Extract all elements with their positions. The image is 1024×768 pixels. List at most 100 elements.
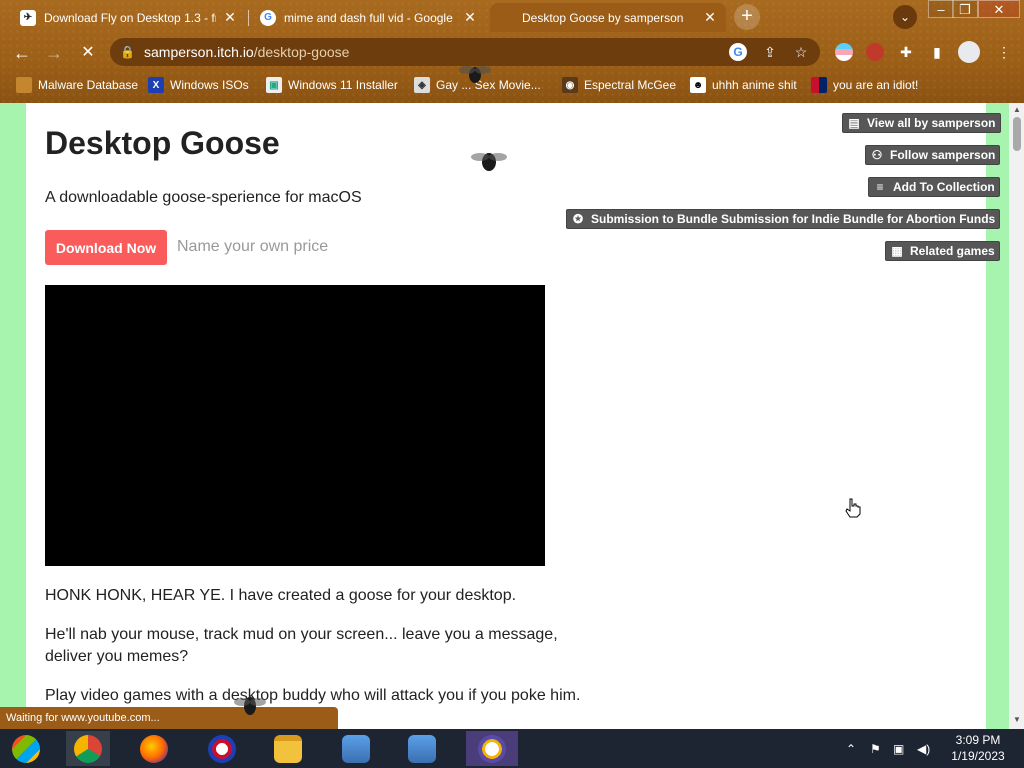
tab-desktop-goose[interactable]: Desktop Goose by samperson ✕ [490, 3, 726, 32]
bookmark-windows-isos[interactable]: X Windows ISOs [148, 76, 249, 94]
taskbar-goose[interactable] [466, 731, 518, 766]
firefox-icon [140, 734, 168, 763]
scroll-down-icon[interactable]: ▼ [1012, 715, 1022, 725]
flag-icon [811, 77, 827, 93]
page-title: Desktop Goose [45, 125, 280, 161]
chrome-icon [74, 734, 102, 763]
fly-icon [234, 697, 266, 715]
google-favicon-icon: G [260, 9, 276, 26]
bookmark-you-are-an-idiot[interactable]: you are an idiot! [811, 76, 918, 94]
tab-strip: ✈ Download Fly on Desktop 1.3 - free ✕ G… [0, 0, 1024, 34]
google-lens-icon[interactable]: G [729, 43, 747, 61]
bookmark-malware-database[interactable]: Malware Database [16, 76, 138, 94]
fly-favicon-icon: ✈ [20, 9, 36, 26]
profile-avatar-icon[interactable] [958, 41, 980, 63]
network-icon[interactable]: ▣ [893, 729, 904, 768]
add-collection-icon: ≡ [876, 180, 884, 194]
close-tab-icon[interactable]: ✕ [222, 9, 238, 26]
side-panel-icon[interactable]: ▮ [928, 43, 946, 61]
windows-logo-icon [12, 734, 40, 763]
new-tab-button[interactable]: + [734, 4, 760, 30]
view-all-button[interactable]: ▤ View all by samperson [842, 113, 1001, 133]
page-scrollbar[interactable]: ▲ ▼ [1009, 103, 1024, 729]
menu-kebab-icon[interactable]: ⋮ [995, 43, 1013, 61]
game-tagline: A downloadable goose-sperience for macOS [45, 189, 362, 206]
windows-taskbar: ⌃ ⚑ ▣ ◀) 3:09 PM 1/19/2023 [0, 729, 1024, 768]
download-now-button[interactable]: Download Now [45, 230, 167, 265]
clock-time: 3:09 PM [955, 733, 1001, 747]
close-tab-icon[interactable]: ✕ [702, 9, 718, 26]
url-text: samperson.itch.io/desktop-goose [144, 44, 350, 60]
minimize-button[interactable]: – [928, 0, 954, 18]
follow-icon: ⚇ [871, 148, 883, 162]
chevron-down-icon[interactable]: ⌄ [893, 5, 917, 29]
taskbar-installer[interactable] [334, 731, 378, 766]
embedded-video[interactable] [45, 285, 545, 566]
back-arrow-icon[interactable]: ← [10, 41, 34, 65]
bookmark-favicon-icon [16, 77, 32, 93]
follow-button[interactable]: ⚇ Follow samperson [865, 145, 1001, 165]
hand-cursor-icon [845, 498, 861, 518]
flag-icon[interactable]: ⚑ [870, 729, 881, 768]
ribbon-icon: ✪ [572, 212, 584, 226]
description-paragraph: Play video games with a desktop buddy wh… [45, 687, 581, 704]
tab-title: Download Fly on Desktop 1.3 - free [44, 10, 216, 25]
description-paragraph: He'll nab your mouse, track mud on your … [45, 626, 558, 665]
bookmarks-bar: Malware Database X Windows ISOs ▣ Window… [0, 72, 1024, 96]
taskbar-app[interactable] [200, 731, 244, 766]
browser-chrome: ✈ Download Fly on Desktop 1.3 - free ✕ G… [0, 0, 1024, 103]
x-logo-icon: X [148, 77, 164, 93]
tab-separator [248, 10, 249, 26]
start-button[interactable] [4, 731, 48, 766]
close-window-button[interactable]: ✕ [978, 0, 1020, 18]
clock-date: 1/19/2023 [951, 749, 1005, 763]
tab-fly-download[interactable]: ✈ Download Fly on Desktop 1.3 - free ✕ [12, 3, 246, 32]
app-logo-icon [208, 734, 236, 763]
extensions-puzzle-icon[interactable]: ✚ [897, 43, 915, 61]
bookmark-espectral-mcgee[interactable]: ◉ Espectral McGee [562, 76, 676, 94]
installer-icon [408, 734, 436, 763]
forward-arrow-icon[interactable]: → [42, 41, 66, 65]
itch-icon: ▤ [848, 116, 860, 130]
image-icon: ▣ [266, 77, 282, 93]
taskbar-installer-2[interactable] [400, 731, 444, 766]
scroll-up-icon[interactable]: ▲ [1012, 105, 1022, 115]
folder-icon [274, 734, 302, 763]
related-games-button[interactable]: ▦ Related games [885, 241, 1000, 261]
tab-title: Desktop Goose by samperson [522, 10, 684, 25]
bookmark-star-icon[interactable]: ☆ [792, 43, 810, 61]
system-clock[interactable]: 3:09 PM 1/19/2023 [940, 732, 1016, 764]
extension-avatar-icon[interactable] [866, 43, 884, 61]
extension-flag-icon[interactable] [835, 43, 853, 61]
loading-favicon-icon [498, 10, 514, 26]
tab-google-search[interactable]: G mime and dash full vid - Google Sea ✕ [252, 3, 486, 32]
add-to-collection-button[interactable]: ≡ Add To Collection [868, 177, 1000, 197]
status-bar: Waiting for www.youtube.com... [0, 707, 338, 729]
bookmark-favicon-icon: ◈ [414, 77, 430, 93]
fly-icon [471, 153, 507, 171]
installer-icon [342, 734, 370, 763]
bookmark-favicon-icon: ☻ [690, 77, 706, 93]
bookmark-windows-11-installer[interactable]: ▣ Windows 11 Installer [266, 76, 398, 94]
goose-app-icon [478, 734, 506, 763]
description-paragraph: HONK HONK, HEAR YE. I have created a goo… [45, 587, 517, 604]
show-hidden-icons[interactable]: ⌃ [846, 729, 856, 768]
bookmark-favicon-icon: ◉ [562, 77, 578, 93]
lock-icon: 🔒 [120, 45, 135, 59]
volume-icon[interactable]: ◀) [917, 729, 930, 768]
page-viewport: Desktop Goose A downloadable goose-speri… [0, 103, 1024, 729]
map-icon: ▦ [891, 244, 903, 258]
taskbar-chrome[interactable] [66, 731, 110, 766]
stop-loading-icon[interactable]: ✕ [76, 41, 100, 65]
close-tab-icon[interactable]: ✕ [462, 9, 478, 26]
bookmark-anime[interactable]: ☻ uhhh anime shit [690, 76, 797, 94]
tab-title: mime and dash full vid - Google Sea [284, 10, 456, 25]
bundle-submission-button[interactable]: ✪ Submission to Bundle Submission for Ind… [566, 209, 1001, 229]
scrollbar-thumb[interactable] [1013, 117, 1021, 151]
taskbar-file-explorer[interactable] [266, 731, 310, 766]
taskbar-firefox[interactable] [132, 731, 176, 766]
fly-icon [459, 66, 491, 83]
price-text: Name your own price [177, 238, 329, 255]
restore-button[interactable]: ❐ [952, 0, 978, 18]
share-icon[interactable]: ⇪ [761, 43, 779, 61]
